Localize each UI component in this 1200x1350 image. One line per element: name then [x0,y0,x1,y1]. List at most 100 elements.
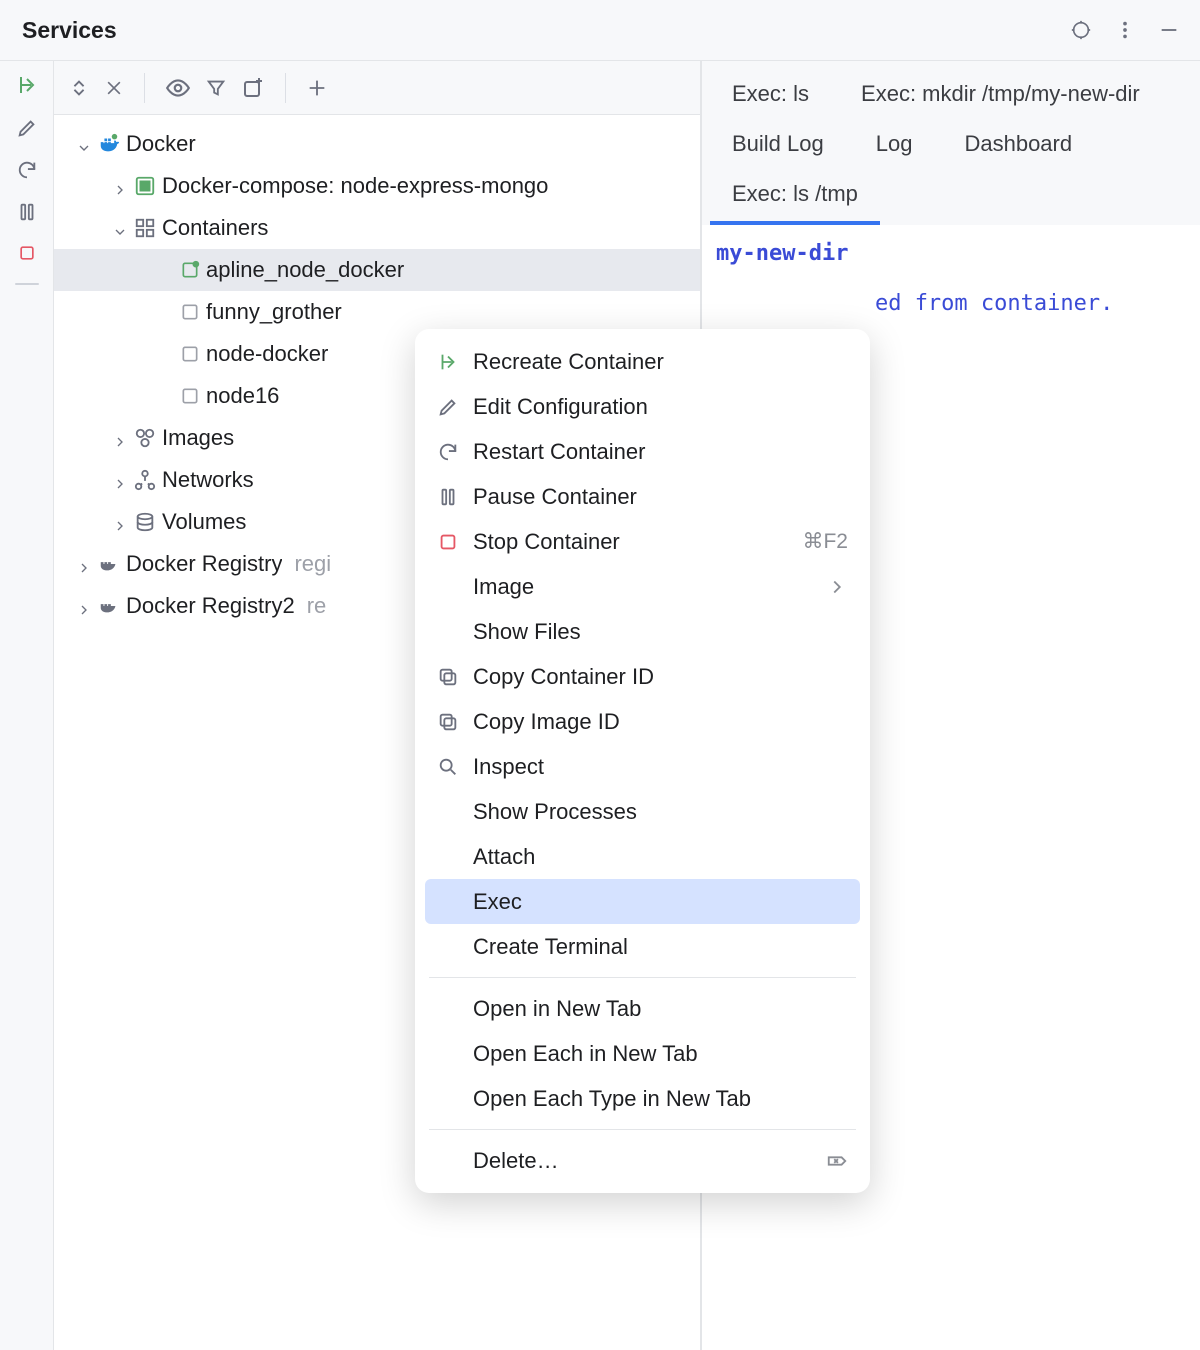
tab-log[interactable]: Log [854,121,935,171]
chevron-right-icon[interactable] [112,430,128,446]
container-context-menu: Recreate Container Edit Configuration Re… [415,329,870,1193]
menu-delete[interactable]: Delete… [415,1138,870,1183]
add-icon[interactable] [306,77,328,99]
restart-icon [437,441,459,463]
tree-label: Volumes [162,509,246,535]
tree-label: Images [162,425,234,451]
filter-icon[interactable] [205,77,227,99]
edit-icon[interactable] [16,117,38,139]
menu-edit-configuration[interactable]: Edit Configuration [415,384,870,429]
volumes-icon [134,511,156,533]
menu-attach[interactable]: Attach [415,834,870,879]
menu-separator [429,977,856,978]
tab-exec-mkdir[interactable]: Exec: mkdir /tmp/my-new-dir [839,71,1162,121]
menu-image-submenu[interactable]: Image [415,564,870,609]
menu-stop-container[interactable]: Stop Container ⌘F2 [415,519,870,564]
menu-separator [429,1129,856,1130]
tree-item-container-funny[interactable]: funny_grother [54,291,700,333]
new-window-icon[interactable] [241,76,265,100]
tree-label: Docker Registry [126,551,282,577]
menu-label: Inspect [473,754,848,780]
menu-recreate-container[interactable]: Recreate Container [415,339,870,384]
chevron-right-icon[interactable] [112,472,128,488]
menu-label: Restart Container [473,439,848,465]
target-icon[interactable] [1070,19,1092,41]
tree-secondary: regi [294,551,331,577]
tab-exec-ls[interactable]: Exec: ls [710,71,831,121]
search-icon [437,756,459,778]
tree-label: Docker Registry2 [126,593,295,619]
menu-inspect[interactable]: Inspect [415,744,870,789]
container-stopped-icon [180,386,200,406]
gutter-separator [15,283,39,285]
output-line: ed from container. [875,291,1113,316]
images-icon [134,427,156,449]
chevron-down-icon[interactable] [112,220,128,236]
menu-label: Show Files [473,619,848,645]
copy-icon [437,711,459,733]
menu-label: Exec [473,889,848,915]
tree-item-docker[interactable]: Docker [54,123,700,165]
tab-exec-ls-tmp[interactable]: Exec: ls /tmp [710,171,880,225]
recreate-icon [437,351,459,373]
rerun-icon[interactable] [15,73,39,97]
menu-copy-container-id[interactable]: Copy Container ID [415,654,870,699]
close-icon[interactable] [104,78,124,98]
chevron-right-icon[interactable] [112,178,128,194]
left-gutter [0,61,54,1350]
stop-icon [437,531,459,553]
tree-item-compose[interactable]: Docker-compose: node-express-mongo [54,165,700,207]
chevron-right-icon[interactable] [76,598,92,614]
menu-pause-container[interactable]: Pause Container [415,474,870,519]
menu-label: Pause Container [473,484,848,510]
eye-icon[interactable] [165,77,191,99]
menu-label: Stop Container [473,529,788,555]
menu-show-processes[interactable]: Show Processes [415,789,870,834]
menu-create-terminal[interactable]: Create Terminal [415,924,870,969]
menu-label: Open Each in New Tab [473,1041,848,1067]
container-stopped-icon [180,302,200,322]
menu-copy-image-id[interactable]: Copy Image ID [415,699,870,744]
menu-label: Show Processes [473,799,848,825]
menu-open-each-type-new-tab[interactable]: Open Each Type in New Tab [415,1076,870,1121]
tree-label: node-docker [206,341,328,367]
container-running-icon [180,260,200,280]
services-panel-titlebar: Services [0,0,1200,60]
tree-toolbar [54,61,700,115]
expand-collapse-icon[interactable] [68,77,90,99]
pause-icon[interactable] [16,201,38,223]
refresh-icon[interactable] [16,159,38,181]
chevron-right-icon[interactable] [112,514,128,530]
tree-label: Docker-compose: node-express-mongo [162,173,548,199]
edit-icon [437,396,459,418]
pause-icon [437,486,459,508]
tree-item-container-apline[interactable]: apline_node_docker [54,249,700,291]
menu-open-each-new-tab[interactable]: Open Each in New Tab [415,1031,870,1076]
menu-show-files[interactable]: Show Files [415,609,870,654]
tree-item-containers[interactable]: Containers [54,207,700,249]
menu-label: Attach [473,844,848,870]
chevron-right-icon[interactable] [76,556,92,572]
menu-exec[interactable]: Exec [425,879,860,924]
tree-label: Networks [162,467,254,493]
tab-dashboard[interactable]: Dashboard [942,121,1094,171]
menu-label: Copy Image ID [473,709,848,735]
docker-icon [98,133,120,155]
menu-restart-container[interactable]: Restart Container [415,429,870,474]
chevron-down-icon[interactable] [76,136,92,152]
tree-label: apline_node_docker [206,257,404,283]
copy-icon [437,666,459,688]
tab-build-log[interactable]: Build Log [710,121,846,171]
menu-label: Edit Configuration [473,394,848,420]
minimize-icon[interactable] [1158,19,1180,41]
menu-label: Image [473,574,812,600]
container-stopped-icon [180,344,200,364]
menu-label: Open Each Type in New Tab [473,1086,848,1112]
stop-icon[interactable] [17,243,37,263]
more-icon[interactable] [1114,19,1136,41]
tree-label: funny_grother [206,299,342,325]
menu-open-new-tab[interactable]: Open in New Tab [415,986,870,1031]
docker-registry-icon [98,595,120,617]
compose-icon [134,175,156,197]
chevron-right-icon [826,576,848,598]
